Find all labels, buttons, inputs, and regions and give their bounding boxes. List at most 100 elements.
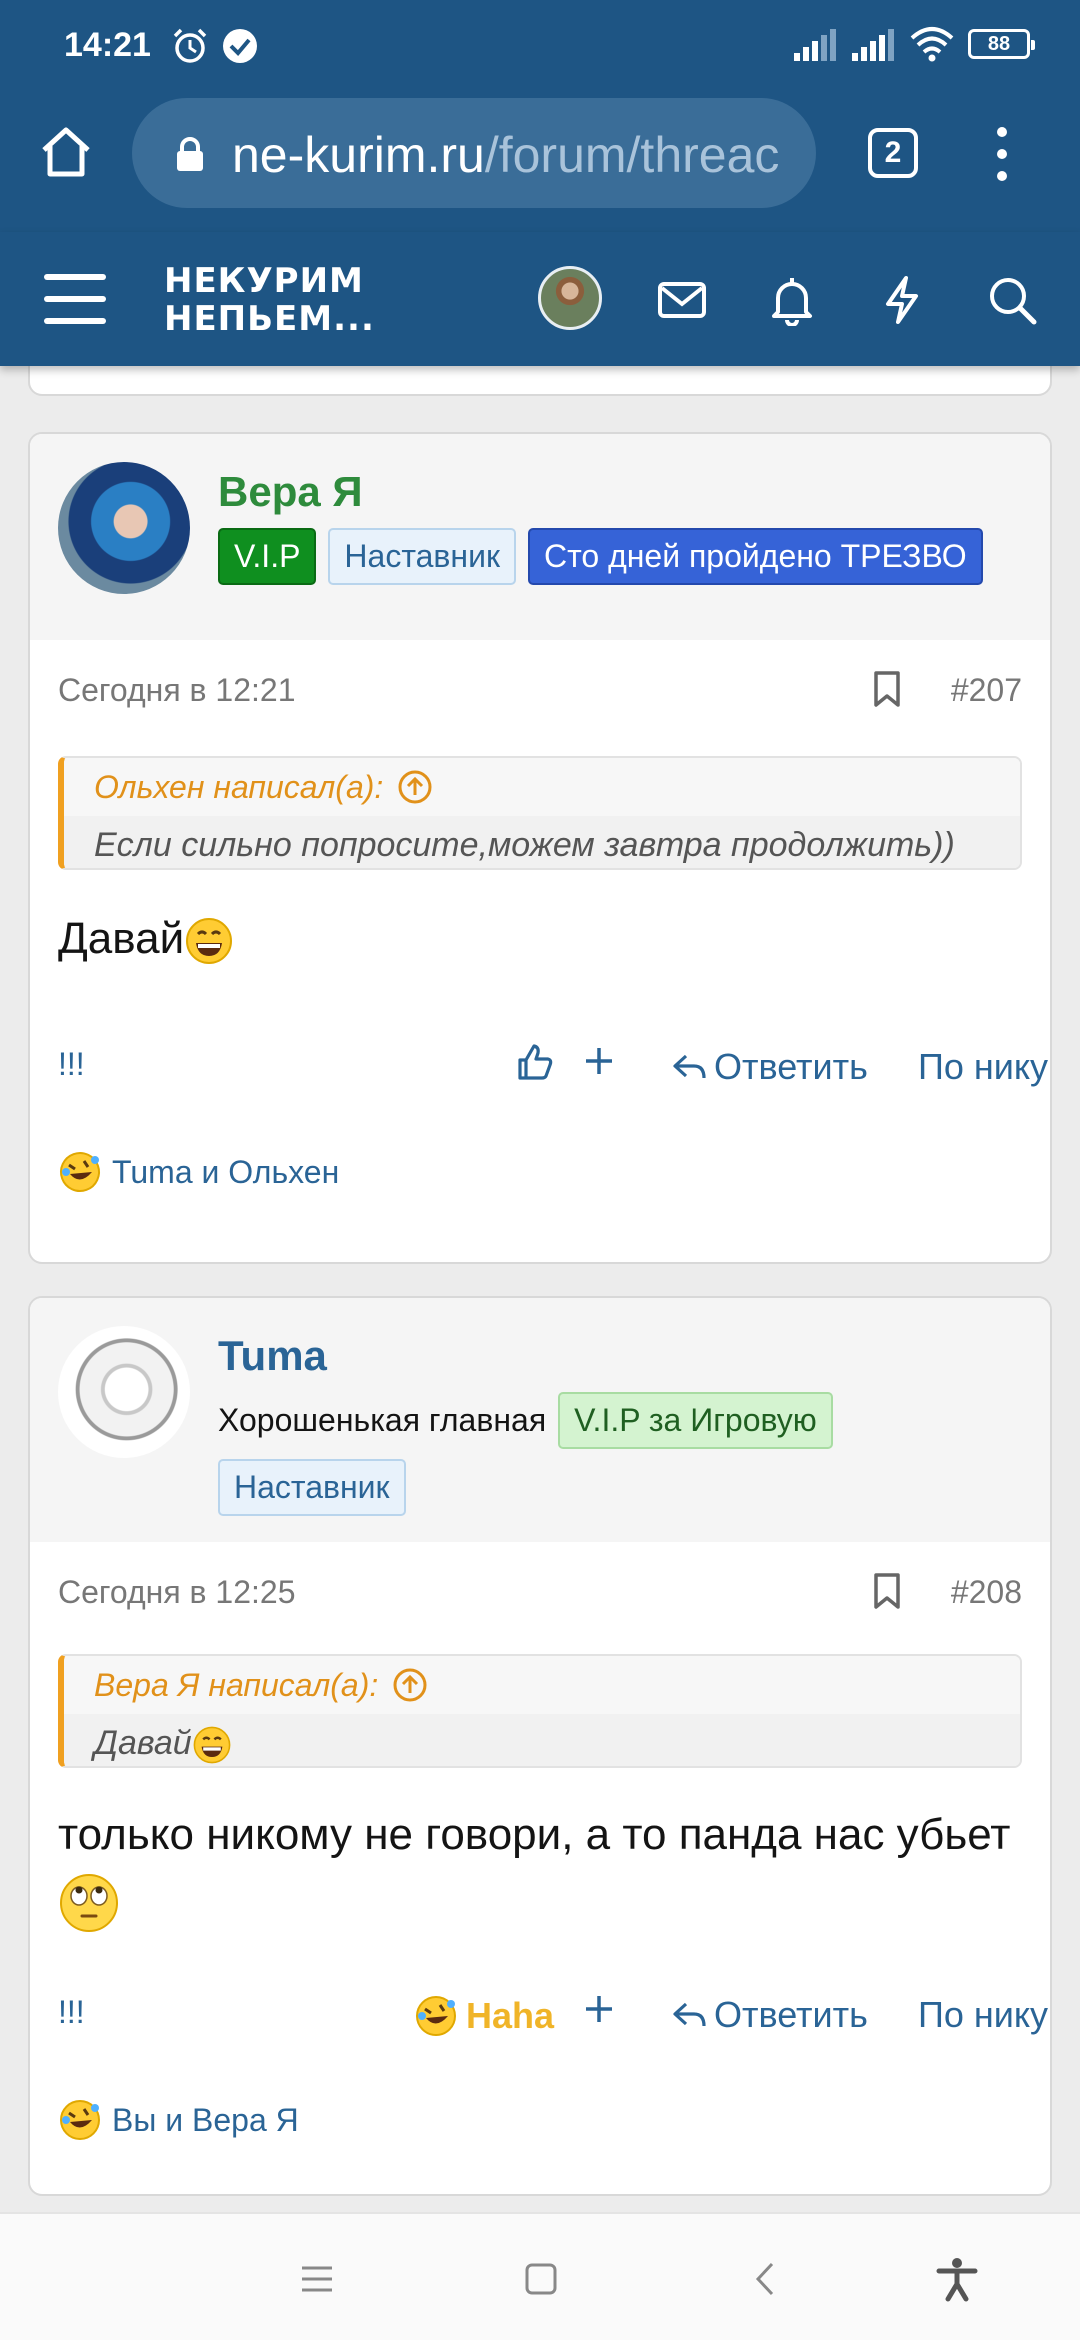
by-nick-link[interactable]: По нику <box>918 1046 1048 1088</box>
url-path: /forum/threac <box>484 127 780 183</box>
accessibility-icon[interactable] <box>934 2256 980 2302</box>
report-link[interactable]: !!! <box>58 1046 85 1083</box>
laughing-emoji-icon <box>60 2100 100 2140</box>
quote-text-row: Давай <box>64 1714 1020 1766</box>
reply-label: Ответить <box>714 1994 868 2035</box>
post-card: Tuma Хорошенькая главная V.I.P за Игрову… <box>28 1296 1052 2196</box>
home-icon[interactable] <box>36 122 96 182</box>
signal-2-icon <box>852 29 894 61</box>
post-actions: !!! Ответить По нику <box>58 1042 1048 1092</box>
alarm-icon <box>173 28 207 63</box>
quote-author[interactable]: Ольхен написал(а): <box>94 769 383 806</box>
logo-line-2: НЕПЬЕМ... <box>164 299 375 339</box>
author-avatar[interactable] <box>58 462 190 594</box>
reply-button[interactable]: Ответить <box>672 1994 868 2036</box>
quote-header: Вера Я написал(а): <box>64 1656 1020 1714</box>
battery-indicator: 88 <box>968 29 1035 59</box>
reaction-label: Haha <box>466 1995 555 2036</box>
laughing-emoji-icon <box>416 1996 456 2036</box>
post-author-block: Вера Я V.I.P Наставник Сто дней пройдено… <box>30 434 1050 640</box>
post-number[interactable]: #207 <box>951 672 1022 709</box>
lightning-icon[interactable] <box>876 274 928 326</box>
post-card: Вера Я V.I.P Наставник Сто дней пройдено… <box>28 432 1052 1264</box>
bookmark-icon[interactable] <box>872 670 902 708</box>
reply-icon <box>673 2002 706 2027</box>
mail-icon[interactable] <box>656 274 708 326</box>
tab-switcher-button[interactable]: 2 <box>868 128 918 178</box>
badge-hundred-days: Сто дней пройдено ТРЕЗВО <box>527 528 983 585</box>
quote-block: Ольхен написал(а): Если сильно попросите… <box>58 756 1022 870</box>
badge-vip: V.I.P <box>218 528 317 585</box>
logo-line-1: НЕКУРИМ <box>164 261 364 301</box>
go-to-quote-icon[interactable] <box>397 769 433 805</box>
quote-text: Давай <box>94 1724 192 1762</box>
author-name[interactable]: Tuma <box>218 1332 327 1380</box>
post-message: только никому не говори, а то панда нас … <box>58 1802 1022 1934</box>
user-title: Хорошенькая главная <box>218 1402 547 1438</box>
thread-content: Вера Я V.I.P Наставник Сто дней пройдено… <box>0 366 1080 2212</box>
reactions-summary[interactable]: Вы и Вера Я <box>58 2098 299 2142</box>
status-time: 14:21 <box>64 26 151 64</box>
post-meta: Сегодня в 12:25 #208 <box>58 1572 1022 1611</box>
quote-block: Вера Я написал(а): Давай <box>58 1654 1022 1768</box>
previous-post-tail <box>28 366 1052 396</box>
address-bar[interactable]: ne-kurim.ru/forum/threac <box>132 98 816 208</box>
author-badges: V.I.P Наставник Сто дней пройдено ТРЕЗВО <box>218 528 1030 585</box>
check-circle-icon <box>223 29 257 63</box>
message-text: только никому не говори, а то панда нас … <box>58 1810 1011 1859</box>
author-badges: Хорошенькая главная V.I.P за Игровую Нас… <box>218 1392 1030 1516</box>
go-to-quote-icon[interactable] <box>392 1667 428 1703</box>
plus-icon <box>586 1048 612 1074</box>
quote-author[interactable]: Вера Я написал(а): <box>94 1667 378 1704</box>
reactions-text: Tuma и Ольхен <box>112 1153 340 1190</box>
badge-mentor: Наставник <box>328 528 516 585</box>
status-bar: 14:21 88 <box>0 0 1080 90</box>
hamburger-menu-icon[interactable] <box>44 272 106 326</box>
system-navigation-bar <box>0 2212 1080 2340</box>
rolling-eyes-emoji-icon <box>60 1874 118 1933</box>
wifi-icon <box>910 27 954 62</box>
add-reaction-button[interactable] <box>584 1994 614 2024</box>
quote-header: Ольхен написал(а): <box>64 758 1020 816</box>
reaction-button[interactable]: Haha <box>414 1994 554 2038</box>
message-text: Давай <box>58 914 185 963</box>
lock-icon <box>177 137 203 171</box>
by-nick-link[interactable]: По нику <box>918 1994 1048 2036</box>
post-message: Давай <box>58 906 1022 972</box>
grinning-emoji-icon <box>193 1726 231 1764</box>
forum-header: НЕКУРИМ НЕПЬЕМ... <box>0 232 1080 366</box>
home-nav-icon[interactable] <box>518 2256 564 2302</box>
search-icon[interactable] <box>986 274 1038 326</box>
laughing-emoji-icon <box>60 1152 100 1192</box>
url-host: ne-kurim.ru <box>232 127 485 183</box>
browser-toolbar: ne-kurim.ru/forum/threac 2 <box>0 90 1080 232</box>
reactions-text: Вы и Вера Я <box>112 2101 299 2138</box>
user-avatar[interactable] <box>538 266 602 330</box>
post-date[interactable]: Сегодня в 12:25 <box>58 1574 296 1610</box>
signal-1-icon <box>794 29 836 61</box>
bell-icon[interactable] <box>766 274 818 326</box>
report-link[interactable]: !!! <box>58 1994 85 2031</box>
reply-label: Ответить <box>714 1046 868 1087</box>
post-meta: Сегодня в 12:21 #207 <box>58 670 1022 709</box>
url-text: ne-kurim.ru/forum/threac <box>232 126 779 184</box>
back-icon[interactable] <box>744 2256 790 2302</box>
forum-logo[interactable]: НЕКУРИМ НЕПЬЕМ... <box>164 262 375 338</box>
recent-apps-icon[interactable] <box>294 2256 340 2302</box>
post-author-block: Tuma Хорошенькая главная V.I.P за Игрову… <box>30 1298 1050 1542</box>
reactions-summary[interactable]: Tuma и Ольхен <box>58 1150 339 1194</box>
add-reaction-button[interactable] <box>584 1046 614 1076</box>
more-menu-icon[interactable] <box>990 124 1014 184</box>
post-number[interactable]: #208 <box>951 1574 1022 1611</box>
author-name[interactable]: Вера Я <box>218 468 363 516</box>
badge-mentor: Наставник <box>218 1459 406 1516</box>
badge-vip-games: V.I.P за Игровую <box>558 1392 833 1449</box>
post-date[interactable]: Сегодня в 12:21 <box>58 672 296 708</box>
like-icon[interactable] <box>514 1042 554 1082</box>
quote-text: Если сильно попросите,можем завтра продо… <box>64 816 1020 868</box>
reply-button[interactable]: Ответить <box>672 1046 868 1088</box>
author-avatar[interactable] <box>58 1326 190 1458</box>
post-actions: !!! Haha Ответить По нику <box>58 1990 1048 2040</box>
bookmark-icon[interactable] <box>872 1572 902 1610</box>
plus-icon <box>586 1996 612 2022</box>
